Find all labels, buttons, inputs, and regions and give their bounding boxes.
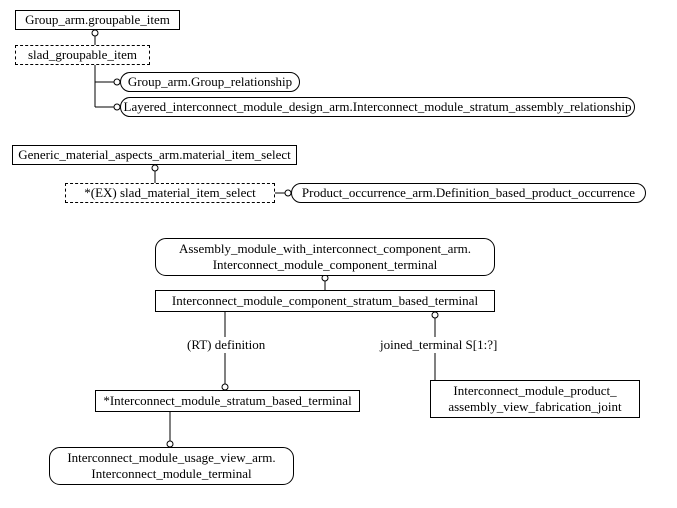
edge-label-text: joined_terminal S[1:?] — [380, 337, 497, 352]
node-label: Generic_material_aspects_arm.material_it… — [18, 147, 291, 163]
node-label-line2: Interconnect_module_terminal — [91, 466, 251, 482]
node-label-line1: Interconnect_module_product_ — [453, 383, 616, 399]
node-label-line1: Interconnect_module_usage_view_arm. — [67, 450, 275, 466]
node-label: Layered_interconnect_module_design_arm.I… — [124, 99, 632, 115]
node-layered-interconnect: Layered_interconnect_module_design_arm.I… — [120, 97, 635, 117]
node-label: Interconnect_module_component_stratum_ba… — [172, 293, 478, 309]
node-generic-material-aspects: Generic_material_aspects_arm.material_it… — [12, 145, 297, 165]
node-label: *(EX) slad_material_item_select — [84, 185, 255, 201]
node-label: Group_arm.Group_relationship — [128, 74, 292, 90]
node-icm-stratum-based-terminal: *Interconnect_module_stratum_based_termi… — [95, 390, 360, 412]
edge-label-text: (RT) definition — [187, 337, 265, 352]
node-label: *Interconnect_module_stratum_based_termi… — [103, 393, 351, 409]
node-slad-material-item-select: *(EX) slad_material_item_select — [65, 183, 275, 203]
node-assembly-module-terminal: Assembly_module_with_interconnect_compon… — [155, 238, 495, 276]
node-slad-groupable-item: slad_groupable_item — [15, 45, 150, 65]
node-label: Product_occurrence_arm.Definition_based_… — [302, 185, 635, 201]
node-icm-product-joint: Interconnect_module_product_ assembly_vi… — [430, 380, 640, 418]
node-product-occurrence: Product_occurrence_arm.Definition_based_… — [291, 183, 646, 203]
node-label: Group_arm.groupable_item — [25, 12, 170, 28]
node-group-arm-groupable-item: Group_arm.groupable_item — [15, 10, 180, 30]
node-label: slad_groupable_item — [28, 47, 137, 63]
node-label-line2: Interconnect_module_component_terminal — [213, 257, 438, 273]
node-label-line1: Assembly_module_with_interconnect_compon… — [179, 241, 471, 257]
node-label-line2: assembly_view_fabrication_joint — [448, 399, 621, 415]
edge-label-joined-terminal: joined_terminal S[1:?] — [378, 337, 499, 353]
node-group-arm-group-relationship: Group_arm.Group_relationship — [120, 72, 300, 92]
edge-label-rt-definition: (RT) definition — [185, 337, 267, 353]
node-icm-usage-view: Interconnect_module_usage_view_arm. Inte… — [49, 447, 294, 485]
node-icm-component-stratum-terminal: Interconnect_module_component_stratum_ba… — [155, 290, 495, 312]
